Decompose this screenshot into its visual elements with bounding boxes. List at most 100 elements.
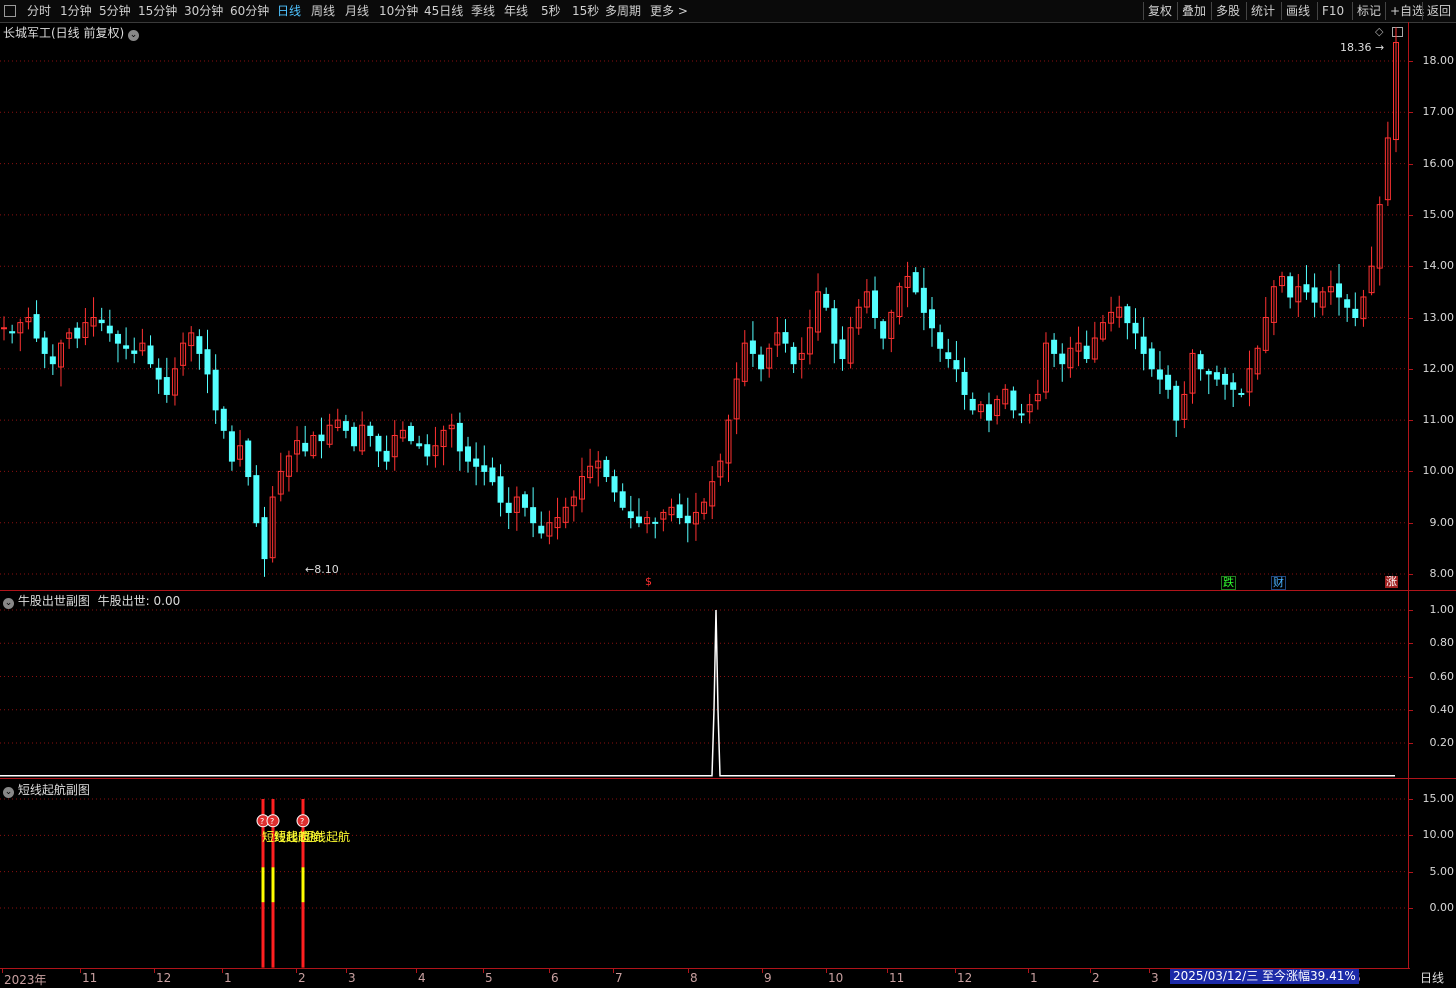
candle [872, 276, 879, 329]
candle [9, 324, 16, 344]
event-tag-fall[interactable]: 跌 [1221, 576, 1236, 590]
toolbar-button-6[interactable]: 标记 [1352, 2, 1381, 20]
candle [359, 411, 366, 455]
period-tab-16[interactable]: 更多 > [650, 2, 688, 20]
signal-tick [1408, 871, 1413, 873]
toolbar-button-7[interactable]: +自选 [1385, 2, 1424, 20]
price-tick-label: 15.00 [1422, 207, 1455, 221]
candle [17, 318, 24, 352]
toolbar-button-0[interactable]: 复权 [1143, 2, 1172, 20]
candle-body [953, 360, 960, 370]
candlestick-chart [0, 27, 1408, 577]
candle-body [627, 511, 634, 519]
candle [1026, 393, 1033, 424]
candle [424, 434, 431, 466]
period-tab-11[interactable]: 季线 [471, 2, 495, 20]
candle-body [912, 272, 919, 293]
date-axis-tick [613, 969, 614, 973]
candle [334, 408, 341, 432]
candle [863, 279, 870, 314]
period-tab-10[interactable]: 45日线 [424, 2, 463, 20]
candle [302, 425, 309, 457]
date-axis-tick [222, 969, 223, 973]
period-tab-15[interactable]: 多周期 [605, 2, 641, 20]
candle [220, 406, 227, 439]
candle [1124, 303, 1131, 340]
period-tab-4[interactable]: 30分钟 [184, 2, 223, 20]
candle [1287, 272, 1294, 309]
event-tag-rise[interactable]: 涨 [1385, 576, 1398, 588]
toolbar-button-2[interactable]: 多股 [1211, 2, 1240, 20]
date-axis-tick [483, 969, 484, 973]
candle [692, 492, 699, 541]
date-axis-label: 2023年 [4, 973, 47, 987]
candle-body [147, 345, 154, 365]
period-tab-12[interactable]: 年线 [504, 2, 528, 20]
period-tab-3[interactable]: 15分钟 [138, 2, 177, 20]
candle [310, 431, 317, 459]
candle [741, 330, 748, 387]
candle [937, 324, 944, 362]
candle-body [961, 371, 968, 395]
candle-body [497, 476, 504, 503]
event-tag-finance[interactable]: 财 [1271, 576, 1286, 590]
indicator-tick [1408, 743, 1413, 744]
candle-body [473, 458, 480, 467]
period-tab-13[interactable]: 5秒 [541, 2, 561, 20]
period-tab-0[interactable]: 分时 [27, 2, 51, 20]
candle-body [782, 332, 789, 344]
candle [351, 422, 358, 452]
candle-body [408, 425, 415, 442]
candle [929, 296, 935, 347]
candle [749, 321, 756, 367]
period-tab-2[interactable]: 5分钟 [99, 2, 131, 20]
candle [237, 429, 244, 467]
date-axis-tick [2, 969, 3, 973]
date-axis-label: 12 [156, 971, 172, 985]
toolbar-button-3[interactable]: 统计 [1246, 2, 1275, 20]
menu-icon[interactable] [4, 5, 16, 17]
candle [627, 495, 634, 529]
signal-tick-label: 15.00 [1422, 792, 1455, 805]
period-tab-9[interactable]: 10分钟 [379, 2, 418, 20]
period-tab-8[interactable]: 月线 [345, 2, 369, 20]
candle [41, 331, 48, 369]
candle-body [1059, 353, 1066, 365]
candle-body [1173, 385, 1180, 421]
event-tag-dollar[interactable]: $ [644, 576, 653, 588]
toolbar-button-4[interactable]: 画线 [1281, 2, 1310, 20]
candle [1303, 265, 1310, 300]
candle [684, 497, 691, 543]
toolbar-button-1[interactable]: 叠加 [1177, 2, 1206, 20]
period-tab-5[interactable]: 60分钟 [230, 2, 269, 20]
candle [774, 316, 781, 357]
candle [969, 392, 976, 415]
candle-body [155, 367, 162, 380]
candle [831, 299, 838, 364]
candle [782, 319, 789, 353]
candle [1173, 380, 1180, 437]
period-tab-1[interactable]: 1分钟 [60, 2, 92, 20]
toolbar-button-8[interactable]: 返回 [1422, 2, 1451, 20]
candle-body [220, 408, 227, 431]
candle [25, 307, 32, 330]
candle-body [245, 440, 252, 478]
candle [977, 401, 984, 419]
candle [1091, 321, 1098, 363]
date-axis-label: 12 [957, 971, 973, 985]
toolbar-button-5[interactable]: F10 [1317, 2, 1344, 20]
candle [285, 450, 292, 492]
period-tab-6[interactable]: 日线 [277, 2, 301, 20]
candle [1197, 350, 1204, 381]
candle [595, 451, 602, 487]
candle [481, 445, 488, 486]
period-tab-7[interactable]: 周线 [311, 2, 335, 20]
candle [1360, 289, 1367, 327]
candle [798, 337, 805, 379]
candle-body [74, 327, 81, 339]
niugu-line [0, 609, 1395, 777]
candle-body [985, 404, 992, 421]
candle [961, 357, 968, 410]
period-tab-14[interactable]: 15秒 [572, 2, 599, 20]
candle [1384, 121, 1391, 206]
